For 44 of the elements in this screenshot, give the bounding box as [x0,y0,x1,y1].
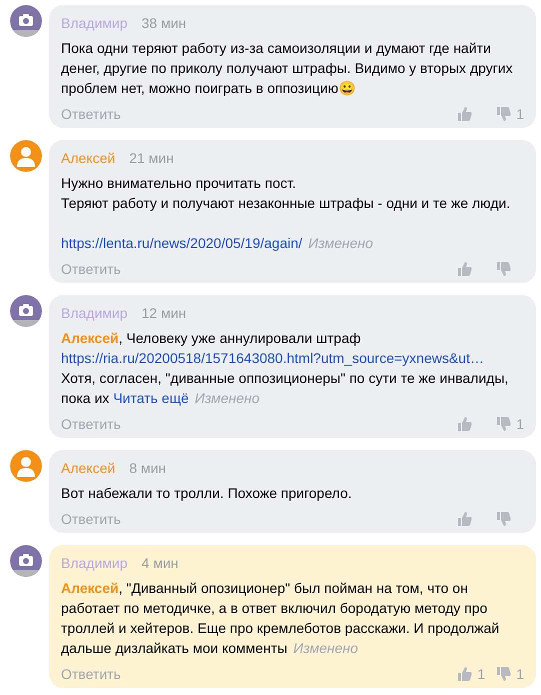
comment-time: 4 мин [142,554,178,573]
author-name[interactable]: Владимир [61,303,128,323]
dislike-icon[interactable] [495,510,513,528]
comment-text: Алексей, "Диванный опозиционер" был пойман на том, что он работает по методичке, а в ответ включил бородатую методу про троллей и хейтеров. Еще про кремлеботов расскажи. И продолжай дальше дизлайкать мои комменты Изменено [61,579,500,658]
author-name[interactable]: Владимир [61,13,128,33]
link[interactable]: https://ria.ru/20200518/1571643080.html?utm_source=yxnews&ut… [61,350,484,366]
edited-label: Изменено [308,235,374,251]
like-icon[interactable] [456,105,474,123]
mention-link[interactable]: Алексей [61,330,119,346]
reply-button[interactable]: Ответить [61,663,121,685]
comment-text: Хотя, согласен, "диванные оппозиционеры" по сути те же инвалиды, пока их Читать ещё Изменено [61,369,510,408]
edited-label: Изменено [293,640,358,656]
like-icon[interactable] [456,510,474,528]
like-icon[interactable] [456,415,474,433]
comment-time: 8 мин [129,459,166,478]
author-name[interactable]: Владимир [61,553,128,573]
reply-button[interactable]: Ответить [61,413,121,435]
comment-time: 21 мин [129,149,174,168]
link[interactable]: https://lenta.ru/news/2020/05/19/again/ [61,235,302,251]
like-count: 1 [477,665,486,684]
comment-time: 12 мин [142,304,186,323]
dislike-icon[interactable] [495,415,514,433]
comment-text: Пока одни теряют работу из-за самоизоляции и думают где найти денег, другие по приколу получают штрафы. Видимо у вторых других проблем нет, можно поиграть в оппозицию😀 [61,39,514,98]
author-name[interactable]: Алексей [61,148,116,168]
dislike-count: 1 [516,105,524,124]
dislike-count: 1 [516,415,524,434]
reply-button[interactable]: Ответить [61,258,121,280]
like-icon[interactable] [456,665,474,683]
comment-time: 38 мин [142,14,186,33]
reply-button[interactable]: Ответить [61,103,121,125]
comment-text: Вот набежали то тролли. Похоже пригорело. [61,484,353,503]
edited-label: Изменено [194,390,260,406]
dislike-icon[interactable] [495,105,514,123]
like-icon[interactable] [456,260,474,278]
dislike-icon[interactable] [495,665,514,683]
comment-text: Нужно внимательно прочитать пост. [61,174,297,193]
dislike-count: 1 [516,665,524,684]
mention-link[interactable]: Алексей [61,580,119,596]
comment-text: Алексей, Человеку уже аннулировали штраф [61,329,362,348]
comment-text: Теряют работу и получают незаконные штрафы - одни и те же люди. [61,194,512,213]
author-name[interactable]: Алексей [61,458,116,478]
dislike-icon[interactable] [495,260,513,278]
reply-button[interactable]: Ответить [61,508,121,530]
link[interactable]: Читать ещё [113,390,189,406]
